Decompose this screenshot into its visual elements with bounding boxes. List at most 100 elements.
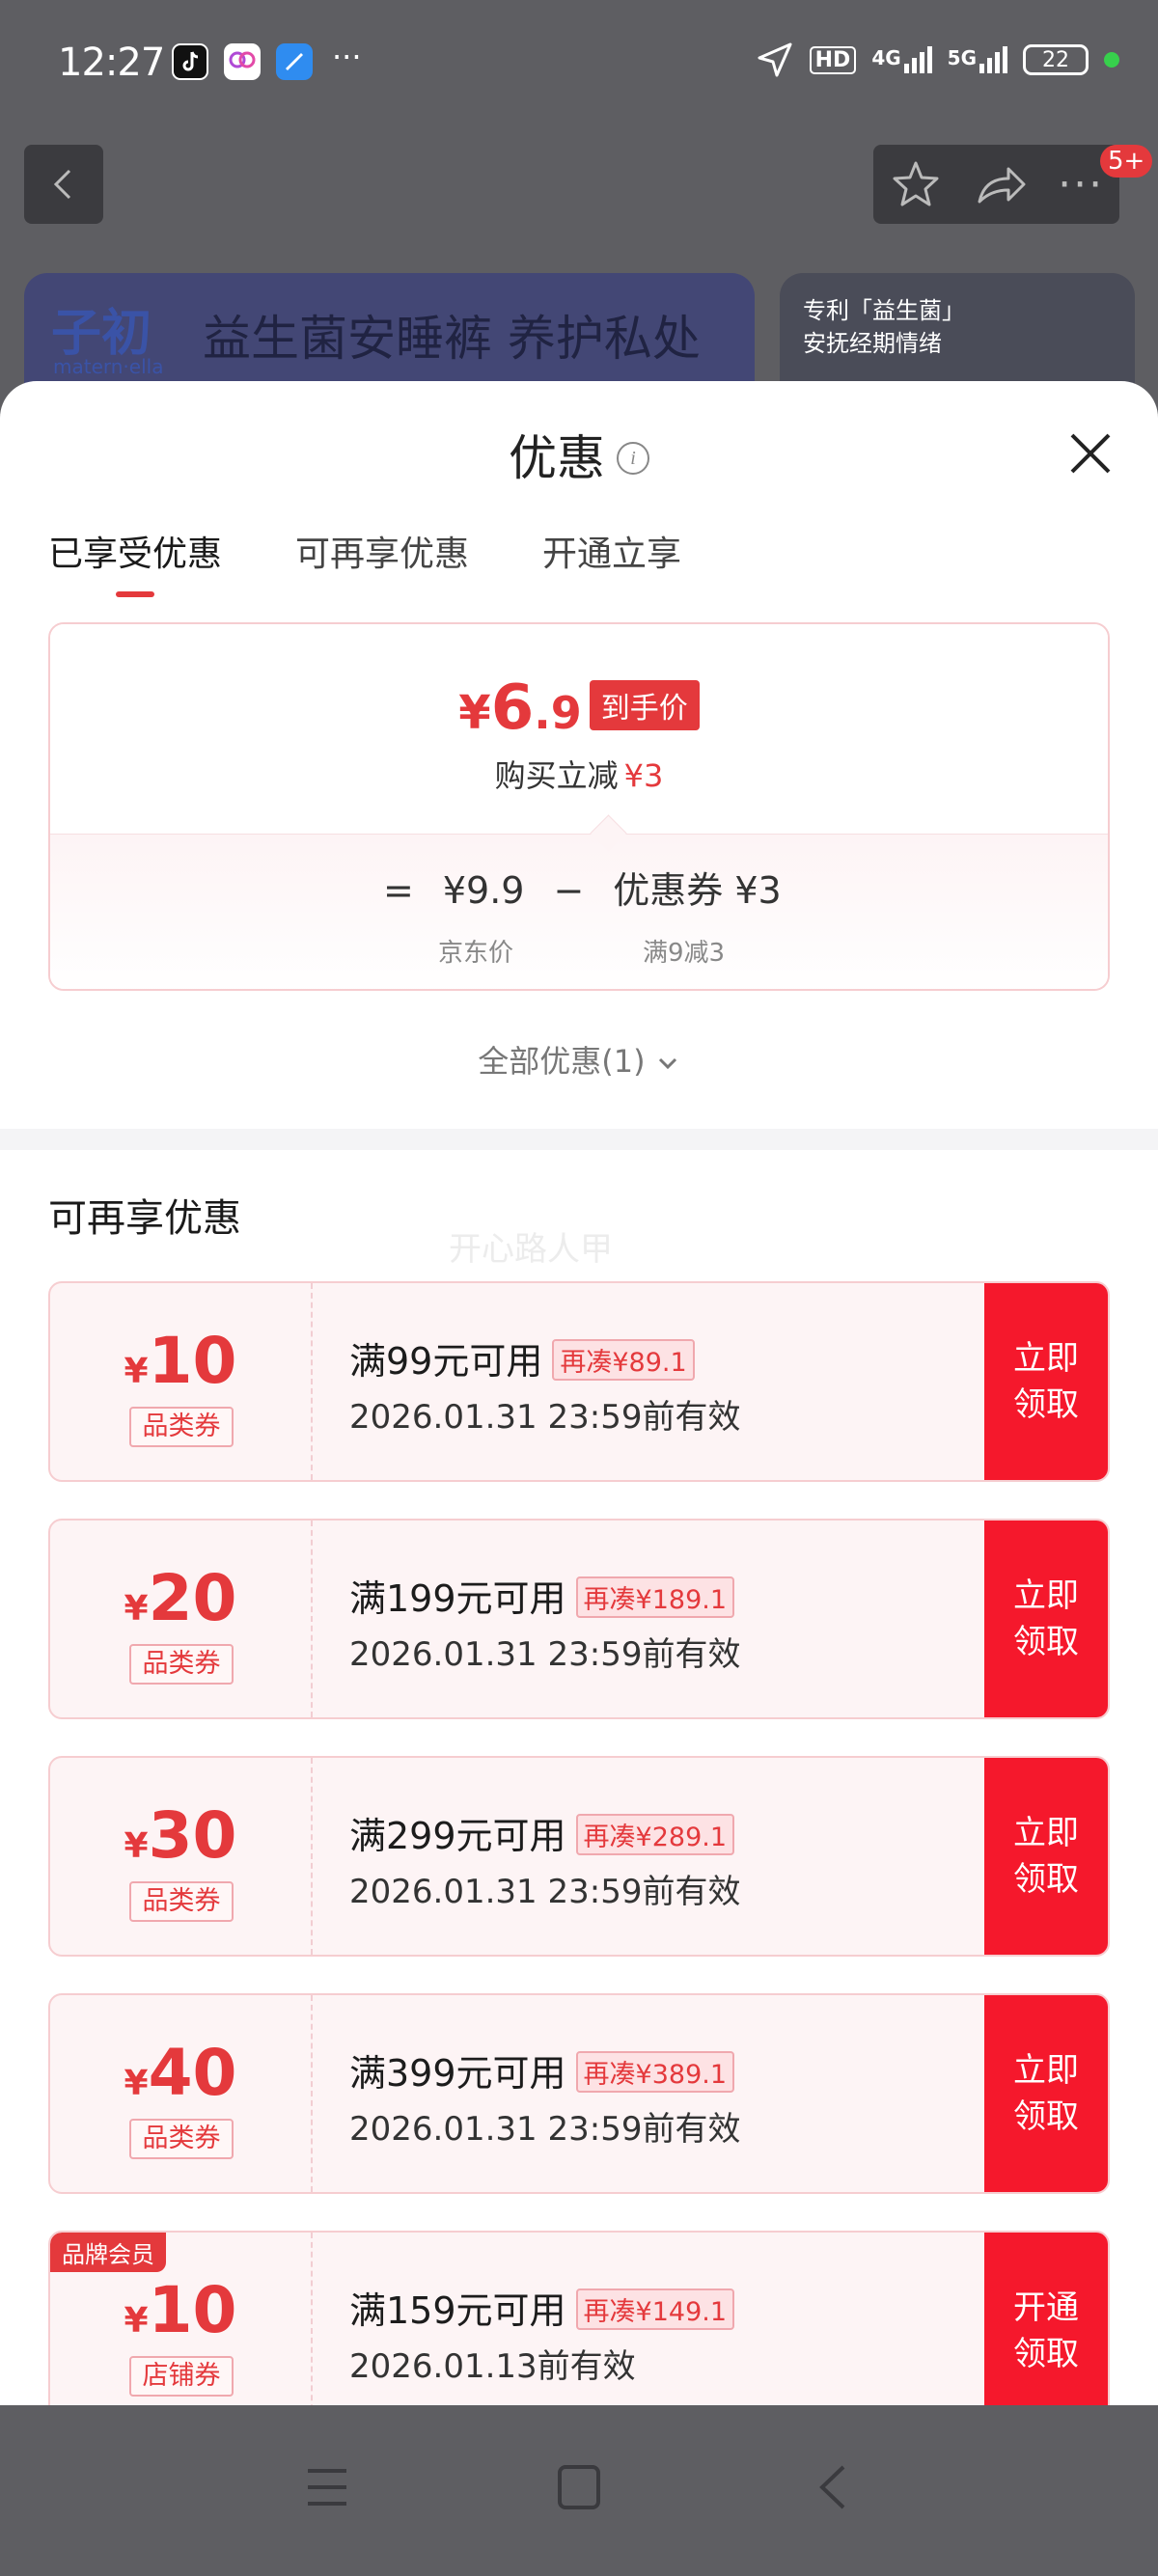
signal-5g-icon: 5G: [948, 46, 1007, 73]
tiktok-icon: [172, 43, 208, 80]
all-discounts-toggle[interactable]: 全部优惠(1): [0, 1037, 1158, 1082]
coupon-expiry: 2026.01.31 23:59前有效: [349, 2110, 741, 2149]
coupon-condition: 满199元可用: [349, 1577, 566, 1620]
banner-title: 益生菌安睡裤 养护私处: [203, 311, 701, 367]
coupon-details: 满199元可用 再凑¥189.1 2026.01.31 23:59前有效: [349, 1569, 740, 1675]
formula-minus: −: [553, 869, 585, 912]
coupon-condition-line: 满299元可用 再凑¥289.1: [349, 1806, 740, 1859]
section-title: 可再享优惠: [48, 1196, 241, 1241]
coupon-details: 满99元可用 再凑¥89.1 2026.01.31 23:59前有效: [349, 1331, 740, 1438]
button-line2: 领取: [1013, 2335, 1079, 2373]
coupon-condition-line: 满199元可用 再凑¥189.1: [349, 1569, 740, 1622]
claim-coupon-button[interactable]: 立即 领取: [984, 1521, 1108, 1717]
button-line2: 领取: [1013, 1623, 1079, 1661]
network-5g-label: 5G: [947, 46, 977, 69]
coupon-expiry: 2026.01.31 23:59前有效: [349, 1398, 741, 1437]
coupon-card: ¥30 品类券 满299元可用 再凑¥289.1 2026.01.31 23:59…: [48, 1756, 1110, 1957]
jd-price-caption: 京东价: [438, 939, 514, 968]
coupon-details: 满299元可用 再凑¥289.1 2026.01.31 23:59前有效: [349, 1806, 740, 1912]
coupon-value-area: ¥40 品类券: [50, 1995, 313, 2192]
hd-indicator: HD: [809, 45, 857, 74]
price-formula: = ¥9.9 − 优惠券 ¥3: [383, 861, 782, 914]
favorite-star-icon[interactable]: [889, 157, 943, 211]
button-line1: 开通: [1013, 2288, 1079, 2327]
tab-enjoyed[interactable]: 已享受优惠: [48, 526, 222, 597]
info-icon[interactable]: i: [617, 441, 649, 475]
coupon-gap-tag: 再凑¥389.1: [575, 2051, 735, 2093]
coupon-symbol: ¥: [124, 2064, 149, 2103]
menu-icon[interactable]: [304, 2463, 350, 2511]
price-summary-card: ¥6.9 到手价 购买立减 ¥3 = ¥9.9 − 优惠券 ¥3 京东价 满9减3: [48, 622, 1110, 991]
message-app-icon: [276, 43, 313, 80]
home-square-icon[interactable]: [556, 2463, 602, 2511]
summary-top: ¥6.9 到手价 购买立减 ¥3: [50, 624, 1108, 834]
coupon-amount: ¥10: [50, 1324, 311, 1398]
system-nav-bar: [0, 2405, 1158, 2576]
activate-claim-button[interactable]: 开通 领取: [984, 2233, 1108, 2407]
coupon-amount: ¥30: [50, 1798, 311, 1873]
coupon-gap-tag: 再凑¥89.1: [552, 1339, 695, 1381]
tab-activate[interactable]: 开通立享: [542, 526, 681, 597]
coupon-condition-line: 满159元可用 再凑¥149.1: [349, 2281, 735, 2334]
jd-price: ¥9.9: [442, 869, 525, 912]
button-line1: 立即: [1013, 1339, 1079, 1378]
more-icon[interactable]: ···: [1058, 160, 1104, 209]
discount-sheet: 优惠 i 已享受优惠 可再享优惠 开通立享 ¥6.9 到手价 购买立减 ¥3 = ¥9…: [0, 381, 1158, 2407]
formula-equals: =: [383, 869, 414, 912]
coupon-gap-tag: 再凑¥289.1: [575, 1814, 735, 1855]
final-price-tag: 到手价: [589, 680, 700, 730]
coupon-type-tag: 品类券: [129, 1881, 234, 1922]
share-icon[interactable]: [974, 157, 1028, 211]
coupon-details: 满399元可用 再凑¥389.1 2026.01.31 23:59前有效: [349, 2043, 740, 2150]
coupon-amount: ¥20: [50, 1561, 311, 1635]
sheet-header: 优惠 i: [0, 420, 1158, 489]
claim-coupon-button[interactable]: 立即 领取: [984, 1995, 1108, 2192]
side-banner-line2: 安抚经期情绪: [803, 330, 942, 357]
battery-indicator: 22: [1023, 44, 1089, 75]
close-icon[interactable]: [1066, 429, 1115, 478]
tab-available[interactable]: 可再享优惠: [295, 526, 469, 597]
notification-badge: 5+: [1100, 145, 1153, 178]
more-notifications-icon: ···: [332, 39, 362, 75]
chevron-left-icon: [53, 169, 71, 200]
coupon-symbol: ¥: [124, 1826, 149, 1866]
coupon-type-tag: 品类券: [129, 2119, 234, 2159]
back-button[interactable]: [24, 145, 103, 224]
final-price: ¥6.9 到手价: [50, 672, 1108, 744]
network-4g-label: 4G: [871, 46, 901, 69]
coupon-caption: 满9减3: [643, 939, 726, 968]
brand-logo-sub: matern·ella: [53, 355, 164, 378]
status-indicators: HD 4G 5G 22: [756, 41, 1119, 79]
reduce-label: 购买立减: [494, 757, 619, 794]
coupon-expiry: 2026.01.13前有效: [349, 2347, 636, 2386]
coupon-condition: 满399元可用: [349, 2052, 566, 2095]
status-time: 12:27: [58, 41, 165, 85]
coupon-value: 40: [148, 2036, 237, 2110]
status-bar: 12:27 ··· HD 4G 5G 22: [0, 0, 1158, 130]
button-line2: 领取: [1013, 2097, 1079, 2136]
back-nav-icon[interactable]: [811, 2463, 857, 2511]
privacy-dot-icon: [1104, 52, 1119, 68]
discount-tabs: 已享受优惠 可再享优惠 开通立享: [48, 526, 681, 597]
location-icon: [758, 42, 792, 77]
coupon-value: 10: [148, 2273, 237, 2347]
coupon-symbol: ¥: [124, 1589, 149, 1629]
coupon-gap-tag: 再凑¥189.1: [575, 1576, 735, 1618]
chevron-down-icon: [658, 1057, 676, 1070]
claim-coupon-button[interactable]: 立即 领取: [984, 1283, 1108, 1480]
coupon-card: ¥10 品类券 满99元可用 再凑¥89.1 2026.01.31 23:59前有…: [48, 1281, 1110, 1482]
coupon-type-tag: 品类券: [129, 1407, 234, 1447]
reduce-line: 购买立减 ¥3: [50, 752, 1108, 796]
flower-app-icon: [224, 43, 261, 80]
claim-coupon-button[interactable]: 立即 领取: [984, 1758, 1108, 1955]
coupon-condition: 满99元可用: [349, 1340, 543, 1383]
coupon-value: 30: [148, 1798, 237, 1873]
coupon-card: ¥10 店铺券 品牌会员 满159元可用 再凑¥149.1 2026.01.13前…: [48, 2231, 1110, 2407]
coupon-value-area: ¥20 品类券: [50, 1521, 313, 1717]
coupon-condition-line: 满399元可用 再凑¥389.1: [349, 2043, 740, 2096]
watermark: 开心路人甲: [449, 1230, 613, 1269]
section-divider: [0, 1129, 1158, 1150]
signal-4g-icon: 4G: [871, 46, 932, 73]
coupon-symbol: ¥: [124, 2301, 149, 2341]
button-line2: 领取: [1013, 1385, 1079, 1424]
